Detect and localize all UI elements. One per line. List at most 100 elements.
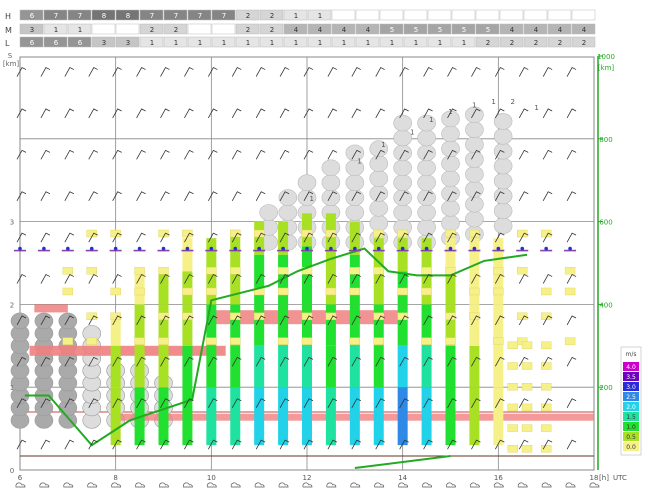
velocity-cell — [373, 387, 384, 446]
cloud-cell-value: 8 — [126, 12, 130, 20]
cloud-cell — [187, 23, 212, 35]
cloud-puff — [417, 219, 436, 236]
velocity-cell — [349, 254, 360, 305]
velocity-cell — [206, 345, 217, 388]
cloud-puff — [493, 172, 513, 190]
level-marker-dot — [66, 246, 70, 251]
scatter-marker — [134, 337, 145, 345]
weather-icon — [87, 482, 98, 488]
cloud-puff — [321, 174, 341, 191]
scatter-marker — [421, 287, 432, 296]
right-axis-tick: 1000 — [597, 53, 615, 61]
cloud-cell — [547, 9, 572, 21]
cloud-puff — [465, 210, 484, 228]
scatter-marker — [521, 424, 533, 432]
cloud-cell-value: 1 — [222, 39, 226, 47]
velocity-cell — [373, 345, 384, 388]
velocity-cell — [421, 345, 432, 388]
cloud-cell — [523, 9, 548, 21]
level-marker-dot — [329, 246, 333, 251]
level-marker-dot — [400, 246, 405, 251]
scatter-marker — [230, 337, 241, 345]
cloud-count: 1 — [357, 158, 361, 166]
cloud-cell-value: 2 — [510, 39, 514, 47]
left-axis-tick: 2 — [10, 301, 14, 309]
right-axis-tick: 200 — [599, 384, 612, 392]
level-marker-dot — [257, 246, 261, 251]
scatter-marker — [182, 287, 193, 296]
velocity-cell — [373, 271, 384, 305]
left-axis-unit: [km] — [3, 60, 20, 68]
cloud-cell-value: 2 — [246, 12, 250, 20]
level-marker-dot — [305, 246, 309, 251]
cloud-cell-value: 1 — [366, 39, 370, 47]
legend-label: 3.5 — [626, 374, 636, 381]
level-marker-dot — [472, 246, 477, 251]
velocity-cell — [182, 238, 193, 272]
scatter-marker — [521, 341, 533, 349]
weather-icon — [182, 482, 193, 488]
velocity-cell — [206, 238, 217, 272]
cloud-cell-value: 7 — [54, 12, 58, 20]
cloud-cell-value: 7 — [222, 12, 226, 20]
velocity-cell — [397, 238, 408, 272]
velocity-cell — [493, 238, 504, 272]
cloud-cell-value: 1 — [54, 26, 58, 34]
cloud-puff — [278, 204, 298, 221]
right-axis: 200 400 600 800 1000 [km] — [597, 53, 615, 470]
cloud-puff — [321, 189, 341, 206]
inversion-band — [34, 304, 68, 313]
cloud-puff — [417, 174, 436, 191]
cloud-cell-value: 6 — [30, 39, 35, 47]
weather-icon — [517, 482, 528, 488]
scatter-marker — [540, 287, 552, 296]
cloud-cell-value: 2 — [150, 26, 154, 34]
cloud-puff — [417, 129, 436, 147]
velocity-cell — [397, 304, 408, 346]
cloud-cell-value: 3 — [126, 39, 130, 47]
cloud-cell-value: 1 — [150, 39, 154, 47]
cloud-cell-value: 1 — [174, 39, 178, 47]
scatter-marker — [206, 287, 217, 296]
velocity-cell — [325, 387, 336, 446]
scatter-marker — [517, 267, 528, 275]
velocity-cell — [302, 387, 312, 446]
velocity-cell — [421, 387, 432, 446]
weather-icon — [350, 482, 361, 488]
inversion-band — [29, 345, 226, 356]
cloud-puff — [10, 312, 30, 330]
velocity-cell — [469, 387, 480, 446]
scatter-marker — [493, 287, 504, 296]
scatter-marker — [493, 337, 504, 345]
velocity-cell — [493, 345, 504, 388]
cloud-cell-value: 1 — [390, 39, 394, 47]
cloud-puff — [417, 189, 436, 206]
cloud-puff — [393, 114, 412, 132]
cloud-cell-value: 2 — [534, 39, 538, 47]
cloud-cell-value: 5 — [414, 26, 418, 34]
scatter-marker — [521, 445, 533, 453]
scatter-marker — [564, 337, 576, 345]
level-marker-dot — [281, 246, 285, 251]
scatter-marker — [134, 287, 145, 296]
weather-icon — [398, 482, 409, 488]
scatter-marker — [158, 267, 169, 275]
velocity-cell — [349, 345, 360, 388]
cloud-puff — [493, 128, 513, 145]
scatter-marker — [540, 341, 552, 349]
scatter-marker — [507, 362, 518, 370]
scatter-marker — [349, 337, 361, 345]
cloud-puff — [393, 189, 412, 206]
velocity-cell — [349, 387, 360, 446]
weather-icon — [302, 482, 313, 488]
scatter-marker — [86, 267, 97, 275]
velocity-cell — [278, 345, 289, 388]
scatter-marker — [507, 403, 518, 412]
velocity-cell — [445, 238, 456, 272]
scatter-marker — [325, 287, 337, 296]
level-marker-dot — [424, 246, 429, 251]
cloud-cell-value: 4 — [582, 26, 587, 34]
x-axis: 6 8 10 12 14 16 18 [h] UTC — [18, 474, 627, 482]
cloud-cell-value: 1 — [246, 39, 250, 47]
cloud-puff — [259, 204, 279, 221]
